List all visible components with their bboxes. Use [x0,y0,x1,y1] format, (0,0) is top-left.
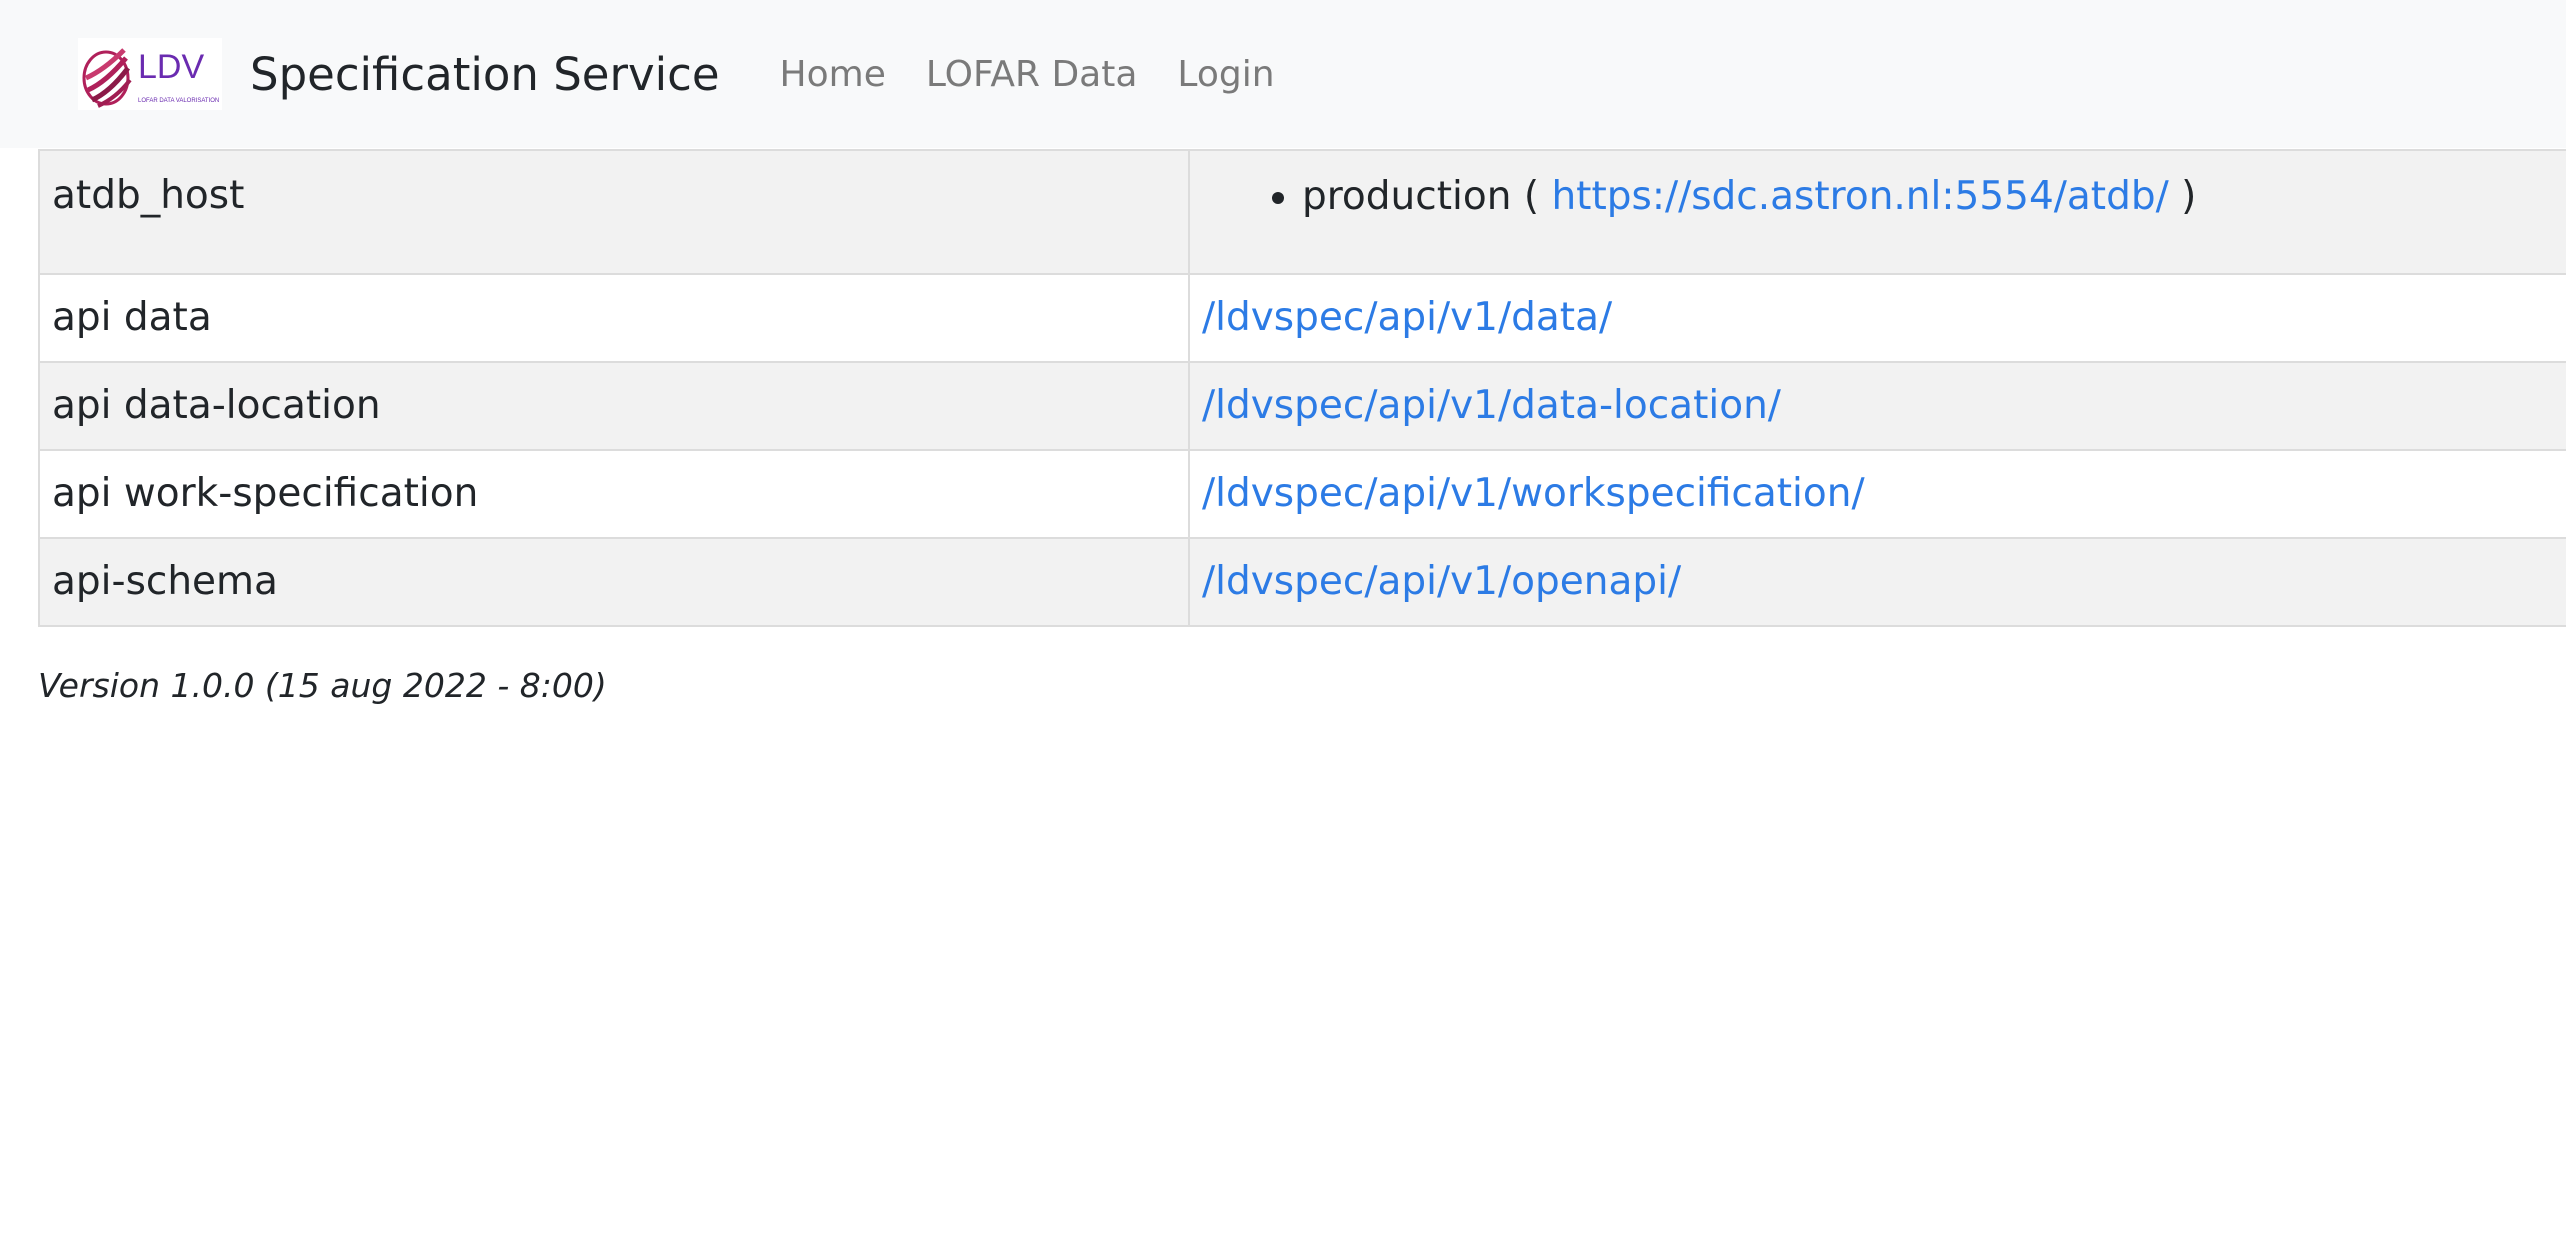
table-row: api data /ldvspec/api/v1/data/ [38,273,2566,363]
table-row: api data-location /ldvspec/api/v1/data-l… [38,361,2566,451]
table-key: api data-location [38,361,1190,451]
nav-links: Home LOFAR Data Login [760,54,1295,95]
atdb-host-link[interactable]: https://sdc.astron.nl:5554/atdb/ [1551,174,2168,219]
brand-title: Specification Service [250,47,720,101]
table-row-atdb-host: atdb_host production ( https://sdc.astro… [38,149,2566,275]
table-value: /ldvspec/api/v1/data-location/ [1188,361,2566,451]
table-key: atdb_host [38,149,1190,275]
info-table: atdb_host production ( https://sdc.astro… [38,149,2566,627]
list-item: production ( https://sdc.astron.nl:5554/… [1302,173,2566,221]
main-content: atdb_host production ( https://sdc.astro… [38,149,2566,627]
ldv-logo: LDV LOFAR DATA VALORISATION [78,38,222,110]
atdb-host-list: production ( https://sdc.astron.nl:5554/… [1202,173,2566,221]
svg-text:LOFAR DATA VALORISATION: LOFAR DATA VALORISATION [138,98,219,104]
api-data-location-link[interactable]: /ldvspec/api/v1/data-location/ [1202,383,1781,428]
nav-link-home[interactable]: Home [760,54,906,95]
table-key: api work-specification [38,449,1190,539]
table-value: /ldvspec/api/v1/openapi/ [1188,537,2566,627]
api-data-link[interactable]: /ldvspec/api/v1/data/ [1202,295,1612,340]
nav-link-lofar-data[interactable]: LOFAR Data [906,54,1158,95]
host-label: production ( [1302,174,1540,219]
version-text: Version 1.0.0 (15 aug 2022 - 8:00) [38,666,607,705]
navbar: LDV LOFAR DATA VALORISATION Specificatio… [0,0,2566,148]
host-suffix: ) [2181,174,2197,219]
api-workspecification-link[interactable]: /ldvspec/api/v1/workspecification/ [1202,471,1865,516]
table-value: /ldvspec/api/v1/workspecification/ [1188,449,2566,539]
svg-text:LDV: LDV [138,48,204,86]
table-key: api-schema [38,537,1190,627]
api-schema-link[interactable]: /ldvspec/api/v1/openapi/ [1202,559,1681,604]
table-row: api-schema /ldvspec/api/v1/openapi/ [38,537,2566,627]
table-value: production ( https://sdc.astron.nl:5554/… [1188,149,2566,275]
table-row: api work-specification /ldvspec/api/v1/w… [38,449,2566,539]
table-key: api data [38,273,1190,363]
nav-link-login[interactable]: Login [1157,54,1294,95]
table-value: /ldvspec/api/v1/data/ [1188,273,2566,363]
brand-link[interactable]: LDV LOFAR DATA VALORISATION Specificatio… [78,38,720,110]
